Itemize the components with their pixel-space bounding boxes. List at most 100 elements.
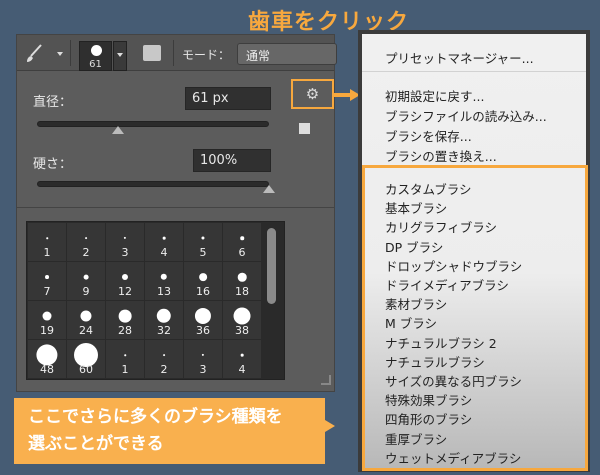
brush-panel-toggle-icon[interactable] bbox=[143, 45, 161, 61]
brush-preset-cell[interactable]: 1 bbox=[106, 340, 145, 379]
brush-size-label: 28 bbox=[118, 324, 132, 337]
brush-preset-cell[interactable]: 19 bbox=[28, 301, 67, 340]
brush-size-label: 19 bbox=[40, 324, 54, 337]
gear-icon: ⚙ bbox=[305, 85, 320, 103]
brush-size-label: 6 bbox=[238, 246, 246, 259]
brush-size-label: 32 bbox=[157, 324, 171, 337]
menu-item-preset-manager[interactable]: プリセットマネージャー... bbox=[385, 48, 534, 67]
brush-preset-cell[interactable]: 4 bbox=[145, 223, 184, 262]
brush-preset-panel: 61 モード： 通常 直径： 61 px ⚙ 硬さ： 100% 12345679… bbox=[16, 34, 337, 392]
brush-size-label: 16 bbox=[196, 285, 210, 298]
brush-tip-icon bbox=[201, 236, 205, 240]
menu-item-action[interactable]: ブラシの置き換え... bbox=[385, 146, 497, 165]
brush-size-label: 12 bbox=[118, 285, 132, 298]
brush-preset-cell[interactable]: 7 bbox=[28, 262, 67, 301]
resize-grip-icon[interactable] bbox=[321, 375, 331, 385]
brush-tip-icon bbox=[240, 353, 244, 357]
brush-preset-cell[interactable]: 3 bbox=[184, 340, 223, 379]
brush-size-label: 7 bbox=[43, 285, 51, 298]
brush-preset-cell[interactable]: 18 bbox=[223, 262, 262, 301]
brush-preset-cell[interactable]: 48 bbox=[28, 340, 67, 379]
diameter-input[interactable]: 61 px bbox=[185, 87, 271, 110]
menu-item-action[interactable]: ブラシファイルの読み込み... bbox=[385, 106, 547, 125]
brush-size-label: 24 bbox=[79, 324, 93, 337]
brush-preset-cell[interactable]: 16 bbox=[184, 262, 223, 301]
hardness-slider[interactable] bbox=[37, 181, 269, 187]
callout-line-1: ここでさらに多くのブラシ種類を bbox=[28, 407, 283, 427]
brush-tip-icon bbox=[83, 274, 89, 280]
brush-preset-cell[interactable]: 4 bbox=[223, 340, 262, 379]
brush-size-label: 61 bbox=[89, 59, 102, 70]
brush-tip-icon bbox=[199, 273, 207, 281]
menu-item-action[interactable]: ブラシを保存... bbox=[385, 126, 472, 145]
brush-preset-cell[interactable]: 12 bbox=[106, 262, 145, 301]
brush-size-label: 5 bbox=[199, 246, 207, 259]
hardness-label: 硬さ： bbox=[33, 157, 73, 172]
brush-preset-cell[interactable]: 36 bbox=[184, 301, 223, 340]
brush-size-label: 38 bbox=[235, 324, 249, 337]
brush-size-label: 13 bbox=[157, 285, 171, 298]
brush-tip-icon bbox=[201, 353, 205, 357]
brush-preset-cell[interactable]: 2 bbox=[67, 223, 106, 262]
brush-tip-icon bbox=[85, 237, 87, 239]
brush-tip-icon bbox=[46, 237, 48, 239]
brush-library-highlight bbox=[362, 165, 588, 471]
brush-preset-cell[interactable]: 6 bbox=[223, 223, 262, 262]
brush-size-label: 2 bbox=[82, 246, 90, 259]
brush-tip-icon bbox=[123, 236, 127, 240]
brush-size-label: 3 bbox=[199, 363, 207, 376]
brush-size-label: 36 bbox=[196, 324, 210, 337]
mode-select[interactable]: 通常 bbox=[237, 43, 337, 65]
diameter-slider[interactable] bbox=[37, 121, 269, 127]
brush-tip-icon bbox=[45, 275, 49, 279]
brush-tip-icon bbox=[42, 311, 52, 321]
brush-size-label: 4 bbox=[160, 246, 168, 259]
brush-preset-cell[interactable]: 13 bbox=[145, 262, 184, 301]
grid-scrollbar[interactable] bbox=[267, 228, 276, 304]
brush-tip-icon bbox=[118, 309, 132, 323]
brush-tip-icon bbox=[156, 308, 172, 324]
arrow-to-menu-icon bbox=[333, 89, 361, 101]
brush-tip-icon bbox=[233, 307, 251, 325]
brush-preset-cell[interactable]: 3 bbox=[106, 223, 145, 262]
diameter-label: 直径： bbox=[33, 95, 73, 110]
brush-preset-cell[interactable]: 5 bbox=[184, 223, 223, 262]
brush-size-label: 60 bbox=[79, 363, 93, 376]
brush-tip-icon bbox=[80, 310, 92, 322]
brush-size-label: 9 bbox=[82, 285, 90, 298]
gear-menu-button[interactable]: ⚙ bbox=[291, 79, 334, 109]
brush-preset-cell[interactable]: 38 bbox=[223, 301, 262, 340]
brush-size-label: 18 bbox=[235, 285, 249, 298]
brush-preset-cell[interactable]: 2 bbox=[145, 340, 184, 379]
brush-tool-icon[interactable] bbox=[25, 43, 43, 63]
menu-item-action[interactable]: 初期設定に戻す... bbox=[385, 86, 484, 105]
brush-tip-icon bbox=[121, 273, 129, 281]
brush-preset-cell[interactable]: 9 bbox=[67, 262, 106, 301]
tool-dropdown-icon[interactable] bbox=[57, 52, 63, 56]
brush-preset-cell[interactable]: 1 bbox=[28, 223, 67, 262]
brush-size-label: 1 bbox=[121, 363, 129, 376]
brush-preset-cell[interactable]: 32 bbox=[145, 301, 184, 340]
hardness-input[interactable]: 100% bbox=[193, 149, 271, 172]
brush-tip-icon bbox=[124, 354, 126, 356]
brush-size-label: 2 bbox=[160, 363, 168, 376]
options-toolbar: 61 モード： 通常 bbox=[17, 35, 337, 71]
brush-tip-icon bbox=[194, 307, 212, 325]
brush-tip-icon bbox=[240, 236, 244, 240]
new-preset-icon[interactable] bbox=[299, 123, 310, 134]
hardness-slider-thumb[interactable] bbox=[263, 185, 275, 193]
brush-preset-cell[interactable]: 24 bbox=[67, 301, 106, 340]
brush-tip-icon bbox=[160, 273, 168, 281]
brush-preview[interactable]: 61 bbox=[79, 41, 112, 71]
brush-tip-icon bbox=[163, 354, 165, 356]
brush-preset-cell[interactable]: 28 bbox=[106, 301, 145, 340]
brush-preset-cell[interactable]: 60 bbox=[67, 340, 106, 379]
brush-size-label: 4 bbox=[238, 363, 246, 376]
brush-tip-icon bbox=[237, 272, 247, 282]
diameter-slider-thumb[interactable] bbox=[112, 126, 125, 134]
mode-label: モード： bbox=[182, 48, 231, 62]
brush-picker-dropdown[interactable] bbox=[113, 41, 127, 71]
brush-tip-icon bbox=[162, 236, 166, 240]
annotation-callout: ここでさらに多くのブラシ種類を 選ぶことができる bbox=[14, 398, 335, 464]
brush-size-label: 3 bbox=[121, 246, 129, 259]
